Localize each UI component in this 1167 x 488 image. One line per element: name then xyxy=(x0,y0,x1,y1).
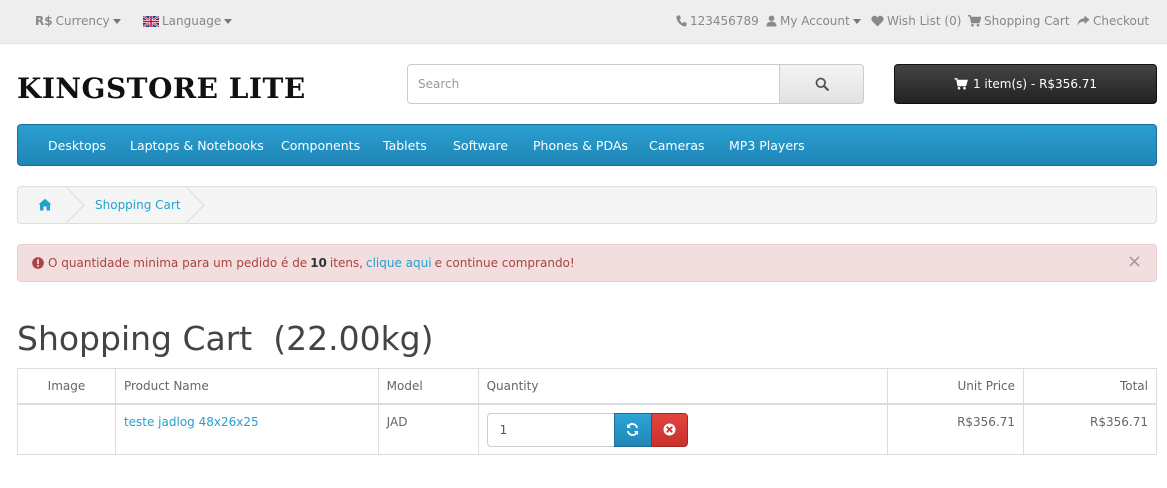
cart-summary-button[interactable]: 1 item(s) - R$356.71 xyxy=(894,64,1157,104)
column-header-model: Model xyxy=(377,368,479,405)
chevron-down-icon xyxy=(852,18,861,24)
category-nav: Desktops Laptops & Notebooks Components … xyxy=(17,124,1157,166)
language-label: Language xyxy=(162,14,222,28)
breadcrumb-separator xyxy=(186,187,205,223)
alert-message: O quantidade minima para um pedido é de … xyxy=(32,256,575,270)
uk-flag-icon xyxy=(143,15,159,27)
column-header-product: Product Name xyxy=(114,368,379,405)
share-icon xyxy=(1077,15,1090,26)
search-bar xyxy=(407,64,864,104)
table-row: teste jadlog 48x26x25 JAD 1 R$356.71 R$3… xyxy=(17,403,1157,455)
close-icon[interactable]: × xyxy=(1127,253,1142,271)
search-input[interactable] xyxy=(407,64,780,104)
product-model: JAD xyxy=(377,403,479,455)
remove-button[interactable] xyxy=(650,412,688,447)
currency-dropdown[interactable]: R$ Currency xyxy=(35,12,121,30)
home-icon[interactable] xyxy=(38,198,52,211)
minimum-quantity-alert: O quantidade minima para um pedido é de … xyxy=(17,244,1157,282)
column-header-quantity: Quantity xyxy=(477,368,889,405)
checkout-link[interactable]: Checkout xyxy=(1077,12,1149,30)
page-title: Shopping Cart (22.00kg) xyxy=(17,319,434,358)
column-header-image: Image xyxy=(17,368,116,405)
alert-text-mid: itens, xyxy=(329,256,363,270)
column-header-unit-price: Unit Price xyxy=(887,368,1025,405)
nav-item-components[interactable]: Components xyxy=(281,138,360,153)
cart-summary-label: 1 item(s) - R$356.71 xyxy=(972,77,1098,91)
my-account-label: My Account xyxy=(780,14,850,28)
update-button[interactable] xyxy=(613,412,652,447)
top-bar: R$ Currency Language 123456789 My Accoun… xyxy=(0,0,1167,44)
heart-icon xyxy=(871,15,884,27)
search-button[interactable] xyxy=(779,64,864,104)
user-icon xyxy=(766,15,777,27)
nav-item-software[interactable]: Software xyxy=(453,138,508,153)
nav-item-mp3-players[interactable]: MP3 Players xyxy=(729,138,805,153)
checkout-label: Checkout xyxy=(1093,14,1150,28)
currency-label: Currency xyxy=(55,14,110,28)
phone-number: 123456789 xyxy=(690,14,759,28)
alert-continue-link[interactable]: clique aqui xyxy=(366,256,432,270)
shopping-cart-label: Shopping Cart xyxy=(984,14,1070,28)
cart-icon xyxy=(968,15,981,27)
cart-table: Image Product Name Model Quantity Unit P… xyxy=(17,368,1157,455)
search-icon xyxy=(815,77,829,91)
nav-item-cameras[interactable]: Cameras xyxy=(649,138,705,153)
nav-item-tablets[interactable]: Tablets xyxy=(383,138,427,153)
phone-icon xyxy=(676,15,687,27)
language-dropdown[interactable]: Language xyxy=(143,12,233,30)
breadcrumb-separator xyxy=(66,187,85,223)
chevron-down-icon xyxy=(112,18,121,24)
alert-min-quantity: 10 xyxy=(310,256,327,270)
nav-item-desktops[interactable]: Desktops xyxy=(48,138,106,153)
wish-list-link[interactable]: Wish List (0) xyxy=(871,12,961,30)
nav-item-laptops[interactable]: Laptops & Notebooks xyxy=(130,138,264,153)
store-logo[interactable]: KINGSTORE LITE xyxy=(17,72,306,105)
phone-link[interactable]: 123456789 xyxy=(676,12,759,30)
chevron-down-icon xyxy=(224,18,233,24)
alert-text-after: e continue comprando! xyxy=(434,256,575,270)
table-header-row: Image Product Name Model Quantity Unit P… xyxy=(17,368,1157,405)
unit-price: R$356.71 xyxy=(887,403,1025,455)
column-header-total: Total xyxy=(1023,368,1157,405)
product-image-cell xyxy=(17,403,116,455)
cart-icon xyxy=(954,78,968,90)
my-account-dropdown[interactable]: My Account xyxy=(766,12,861,30)
remove-icon xyxy=(663,423,676,436)
product-name-cell: teste jadlog 48x26x25 xyxy=(114,403,379,455)
exclamation-circle-icon xyxy=(32,257,44,269)
breadcrumb-shopping-cart[interactable]: Shopping Cart xyxy=(95,198,181,212)
nav-item-phones[interactable]: Phones & PDAs xyxy=(533,138,628,153)
shopping-cart-link[interactable]: Shopping Cart xyxy=(968,12,1070,30)
breadcrumb: Shopping Cart xyxy=(17,186,1157,224)
quantity-cell xyxy=(477,403,889,455)
currency-symbol: R$ xyxy=(35,14,53,28)
product-link[interactable]: teste jadlog 48x26x25 xyxy=(124,415,259,429)
quantity-group xyxy=(486,412,880,447)
refresh-icon xyxy=(627,423,639,436)
quantity-input[interactable] xyxy=(486,412,615,447)
alert-text-before: O quantidade minima para um pedido é de xyxy=(48,256,308,270)
wish-list-label: Wish List (0) xyxy=(887,14,962,28)
row-total: R$356.71 xyxy=(1023,403,1157,455)
